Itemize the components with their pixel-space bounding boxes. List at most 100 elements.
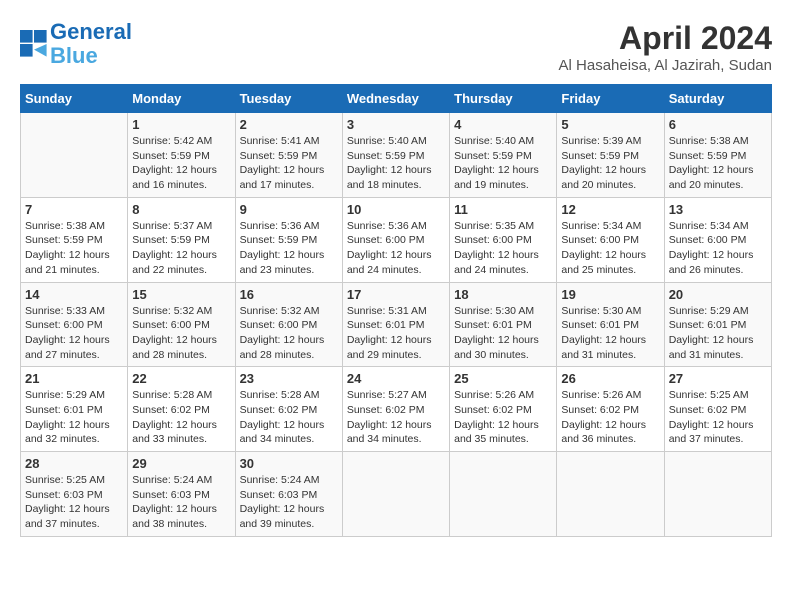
week-row-3: 14Sunrise: 5:33 AM Sunset: 6:00 PM Dayli… — [21, 282, 772, 367]
subtitle: Al Hasaheisa, Al Jazirah, Sudan — [559, 57, 772, 74]
cell-1-6: 5 Sunrise: 5:39 AM Sunset: 5:59 PM Daylig… — [557, 113, 664, 198]
cell-text: Sunrise: 5:25 AM Sunset: 6:02 PM Dayligh… — [669, 388, 767, 447]
header: General Blue April 2024 Al Hasaheisa, Al… — [20, 20, 772, 74]
cell-text: Sunrise: 5:28 AM Sunset: 6:02 PM Dayligh… — [132, 388, 230, 447]
week-row-5: 28 Sunrise: 5:25 AM Sunset: 6:03 PM Dayli… — [21, 452, 772, 537]
cell-5-6 — [557, 452, 664, 537]
day-number: 5 — [561, 117, 659, 132]
cell-1-3: 2Sunrise: 5:41 AM Sunset: 5:59 PM Daylig… — [235, 113, 342, 198]
cell-text: Sunrise: 5:32 AM Sunset: 6:00 PM Dayligh… — [240, 304, 338, 363]
cell-text: Sunrise: 5:31 AM Sunset: 6:01 PM Dayligh… — [347, 304, 445, 363]
day-number: 19 — [561, 287, 659, 302]
day-number: 29 — [132, 456, 230, 471]
cell-4-1: 21 Sunrise: 5:29 AM Sunset: 6:01 PM Dayli… — [21, 367, 128, 452]
cell-text: Sunrise: 5:34 AM Sunset: 6:00 PM Dayligh… — [561, 219, 659, 278]
cell-text: Sunrise: 5:38 AM Sunset: 5:59 PM Dayligh… — [25, 219, 123, 278]
day-number: 27 — [669, 371, 767, 386]
day-number: 30 — [240, 456, 338, 471]
cell-text: Sunrise: 5:42 AM Sunset: 5:59 PM Dayligh… — [132, 134, 230, 193]
logo-icon — [20, 30, 48, 58]
cell-text: Sunrise: 5:33 AM Sunset: 6:00 PM Dayligh… — [25, 304, 123, 363]
cell-text: Sunrise: 5:36 AM Sunset: 6:00 PM Dayligh… — [347, 219, 445, 278]
logo: General Blue — [20, 20, 132, 68]
cell-2-3: 9 Sunrise: 5:36 AM Sunset: 5:59 PM Daylig… — [235, 197, 342, 282]
cell-1-4: 3Sunrise: 5:40 AM Sunset: 5:59 PM Daylig… — [342, 113, 449, 198]
col-header-thursday: Thursday — [450, 85, 557, 113]
cell-text: Sunrise: 5:27 AM Sunset: 6:02 PM Dayligh… — [347, 388, 445, 447]
cell-3-3: 16 Sunrise: 5:32 AM Sunset: 6:00 PM Dayli… — [235, 282, 342, 367]
cell-text: Sunrise: 5:36 AM Sunset: 5:59 PM Dayligh… — [240, 219, 338, 278]
week-row-1: 1 Sunrise: 5:42 AM Sunset: 5:59 PM Daylig… — [21, 113, 772, 198]
cell-2-5: 11 Sunrise: 5:35 AM Sunset: 6:00 PM Dayli… — [450, 197, 557, 282]
day-number: 11 — [454, 202, 552, 217]
cell-text: Sunrise: 5:26 AM Sunset: 6:02 PM Dayligh… — [454, 388, 552, 447]
col-header-sunday: Sunday — [21, 85, 128, 113]
cell-4-2: 22 Sunrise: 5:28 AM Sunset: 6:02 PM Dayli… — [128, 367, 235, 452]
title-block: April 2024 Al Hasaheisa, Al Jazirah, Sud… — [559, 20, 772, 74]
cell-4-7: 27 Sunrise: 5:25 AM Sunset: 6:02 PM Dayli… — [664, 367, 771, 452]
cell-text: Sunrise: 5:24 AM Sunset: 6:03 PM Dayligh… — [240, 473, 338, 532]
day-number: 28 — [25, 456, 123, 471]
cell-2-2: 8 Sunrise: 5:37 AM Sunset: 5:59 PM Daylig… — [128, 197, 235, 282]
day-number: 10 — [347, 202, 445, 217]
cell-text: Sunrise: 5:40 AM Sunset: 5:59 PM Dayligh… — [454, 134, 552, 193]
day-number: 18 — [454, 287, 552, 302]
day-number: 1 — [132, 117, 230, 132]
day-number: 22 — [132, 371, 230, 386]
cell-text: Sunrise: 5:30 AM Sunset: 6:01 PM Dayligh… — [561, 304, 659, 363]
column-headers: SundayMondayTuesdayWednesdayThursdayFrid… — [21, 85, 772, 113]
cell-text: Sunrise: 5:32 AM Sunset: 6:00 PM Dayligh… — [132, 304, 230, 363]
main-title: April 2024 — [559, 20, 772, 57]
day-number: 9 — [240, 202, 338, 217]
cell-3-7: 20Sunrise: 5:29 AM Sunset: 6:01 PM Dayli… — [664, 282, 771, 367]
cell-4-6: 26Sunrise: 5:26 AM Sunset: 6:02 PM Dayli… — [557, 367, 664, 452]
col-header-monday: Monday — [128, 85, 235, 113]
day-number: 17 — [347, 287, 445, 302]
cell-text: Sunrise: 5:37 AM Sunset: 5:59 PM Dayligh… — [132, 219, 230, 278]
day-number: 23 — [240, 371, 338, 386]
day-number: 6 — [669, 117, 767, 132]
cell-5-3: 30 Sunrise: 5:24 AM Sunset: 6:03 PM Dayli… — [235, 452, 342, 537]
cell-3-6: 19 Sunrise: 5:30 AM Sunset: 6:01 PM Dayli… — [557, 282, 664, 367]
cell-text: Sunrise: 5:25 AM Sunset: 6:03 PM Dayligh… — [25, 473, 123, 532]
day-number: 8 — [132, 202, 230, 217]
week-row-4: 21 Sunrise: 5:29 AM Sunset: 6:01 PM Dayli… — [21, 367, 772, 452]
cell-3-4: 17 Sunrise: 5:31 AM Sunset: 6:01 PM Dayli… — [342, 282, 449, 367]
day-number: 24 — [347, 371, 445, 386]
cell-3-2: 15Sunrise: 5:32 AM Sunset: 6:00 PM Dayli… — [128, 282, 235, 367]
day-number: 12 — [561, 202, 659, 217]
day-number: 4 — [454, 117, 552, 132]
cell-5-4 — [342, 452, 449, 537]
cell-1-2: 1 Sunrise: 5:42 AM Sunset: 5:59 PM Daylig… — [128, 113, 235, 198]
week-row-2: 7 Sunrise: 5:38 AM Sunset: 5:59 PM Daylig… — [21, 197, 772, 282]
cell-text: Sunrise: 5:35 AM Sunset: 6:00 PM Dayligh… — [454, 219, 552, 278]
col-header-friday: Friday — [557, 85, 664, 113]
cell-text: Sunrise: 5:34 AM Sunset: 6:00 PM Dayligh… — [669, 219, 767, 278]
day-number: 16 — [240, 287, 338, 302]
col-header-wednesday: Wednesday — [342, 85, 449, 113]
cell-text: Sunrise: 5:39 AM Sunset: 5:59 PM Dayligh… — [561, 134, 659, 193]
calendar-body: 1 Sunrise: 5:42 AM Sunset: 5:59 PM Daylig… — [21, 113, 772, 537]
cell-5-1: 28 Sunrise: 5:25 AM Sunset: 6:03 PM Dayli… — [21, 452, 128, 537]
col-header-tuesday: Tuesday — [235, 85, 342, 113]
cell-text: Sunrise: 5:41 AM Sunset: 5:59 PM Dayligh… — [240, 134, 338, 193]
cell-text: Sunrise: 5:28 AM Sunset: 6:02 PM Dayligh… — [240, 388, 338, 447]
day-number: 7 — [25, 202, 123, 217]
cell-4-4: 24 Sunrise: 5:27 AM Sunset: 6:02 PM Dayli… — [342, 367, 449, 452]
cell-5-2: 29Sunrise: 5:24 AM Sunset: 6:03 PM Dayli… — [128, 452, 235, 537]
cell-text: Sunrise: 5:29 AM Sunset: 6:01 PM Dayligh… — [669, 304, 767, 363]
cell-text: Sunrise: 5:29 AM Sunset: 6:01 PM Dayligh… — [25, 388, 123, 447]
cell-5-5 — [450, 452, 557, 537]
cell-1-5: 4 Sunrise: 5:40 AM Sunset: 5:59 PM Daylig… — [450, 113, 557, 198]
cell-text: Sunrise: 5:40 AM Sunset: 5:59 PM Dayligh… — [347, 134, 445, 193]
day-number: 21 — [25, 371, 123, 386]
cell-1-7: 6 Sunrise: 5:38 AM Sunset: 5:59 PM Daylig… — [664, 113, 771, 198]
cell-2-7: 13Sunrise: 5:34 AM Sunset: 6:00 PM Dayli… — [664, 197, 771, 282]
cell-4-5: 25Sunrise: 5:26 AM Sunset: 6:02 PM Dayli… — [450, 367, 557, 452]
cell-text: Sunrise: 5:38 AM Sunset: 5:59 PM Dayligh… — [669, 134, 767, 193]
cell-2-6: 12 Sunrise: 5:34 AM Sunset: 6:00 PM Dayli… — [557, 197, 664, 282]
cell-1-1 — [21, 113, 128, 198]
logo-line2: Blue — [50, 43, 98, 68]
calendar-table: SundayMondayTuesdayWednesdayThursdayFrid… — [20, 84, 772, 537]
col-header-saturday: Saturday — [664, 85, 771, 113]
